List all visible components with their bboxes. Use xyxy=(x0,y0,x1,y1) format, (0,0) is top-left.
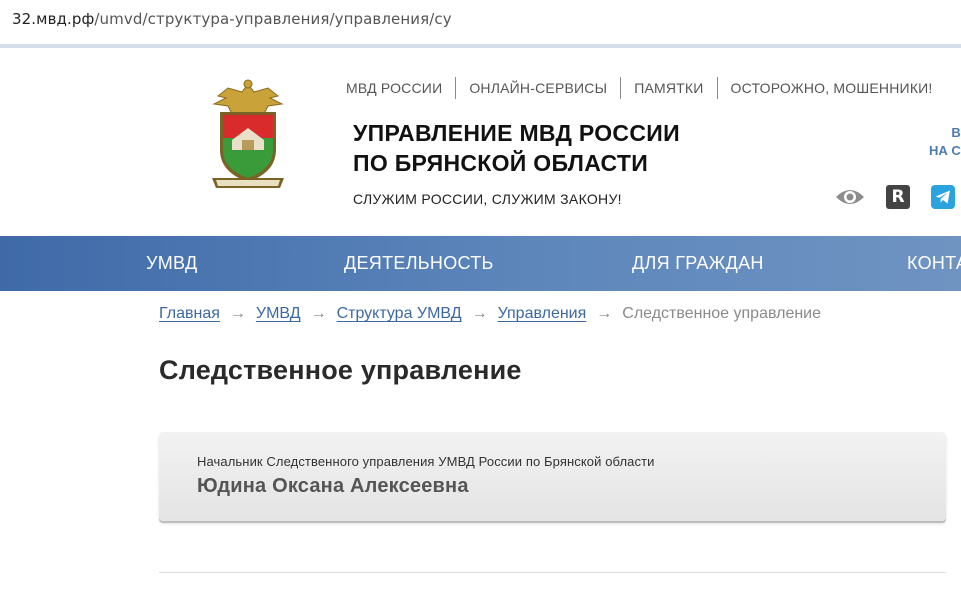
breadcrumb-arrow-icon: → xyxy=(471,305,488,322)
mvd-emblem-logo[interactable] xyxy=(208,78,288,192)
top-nav-memos[interactable]: ПАМЯТКИ xyxy=(620,77,716,99)
url-host: 32.мвд.рф xyxy=(12,10,95,28)
top-nav-mvd-russia[interactable]: МВД РОССИИ xyxy=(346,77,455,99)
breadcrumb-arrow-icon: → xyxy=(310,305,327,322)
breadcrumb-current: Следственное управление xyxy=(622,305,822,322)
breadcrumb-departments[interactable]: Управления xyxy=(498,305,587,323)
card-name: Юдина Оксана Алексеевна xyxy=(197,475,469,497)
main-nav: УМВД ДЕЯТЕЛЬНОСТЬ ДЛЯ ГРАЖДАН КОНТА xyxy=(0,236,961,291)
main-nav-contacts[interactable]: КОНТА xyxy=(907,253,961,274)
site-title-line2: ПО БРЯНСКОЙ ОБЛАСТИ xyxy=(353,150,649,176)
site-slogan: СЛУЖИМ РОССИИ, СЛУЖИМ ЗАКОНУ! xyxy=(353,191,622,207)
address-bar-divider xyxy=(0,44,961,48)
site-title-line1: УПРАВЛЕНИЕ МВД РОССИИ xyxy=(353,120,680,146)
main-nav-umvd[interactable]: УМВД xyxy=(146,253,197,274)
promo-line2: НА С xyxy=(929,143,961,158)
main-nav-activity[interactable]: ДЕЯТЕЛЬНОСТЬ xyxy=(344,253,494,274)
breadcrumb-arrow-icon: → xyxy=(229,305,246,322)
breadcrumb: Главная → УМВД → Структура УМВД → Управл… xyxy=(159,305,821,323)
site-title[interactable]: УПРАВЛЕНИЕ МВД РОССИИ ПО БРЯНСКОЙ ОБЛАСТ… xyxy=(353,118,680,178)
top-nav: МВД РОССИИ ОНЛАЙН-СЕРВИСЫ ПАМЯТКИ ОСТОРО… xyxy=(346,77,946,99)
top-nav-fraud-warning[interactable]: ОСТОРОЖНО, МОШЕННИКИ! xyxy=(716,77,946,99)
promo-banner-link[interactable]: В НА С xyxy=(929,124,961,160)
breadcrumb-arrow-icon: → xyxy=(596,305,613,322)
top-nav-online-services[interactable]: ОНЛАЙН-СЕРВИСЫ xyxy=(455,77,620,99)
eye-icon[interactable] xyxy=(834,186,866,208)
breadcrumb-structure[interactable]: Структура УМВД xyxy=(337,305,462,323)
telegram-icon[interactable] xyxy=(931,185,955,209)
divider xyxy=(159,572,946,573)
r-icon[interactable]: R xyxy=(886,185,910,209)
address-bar[interactable]: 32.мвд.рф/umvd/структура-управления/упра… xyxy=(0,0,961,44)
url-path: /umvd/структура-управления/управления/су xyxy=(94,10,452,28)
main-nav-for-citizens[interactable]: ДЛЯ ГРАЖДАН xyxy=(632,253,764,274)
breadcrumb-umvd[interactable]: УМВД xyxy=(256,305,301,323)
head-of-department-card[interactable]: Начальник Следственного управления УМВД … xyxy=(159,432,946,521)
card-role: Начальник Следственного управления УМВД … xyxy=(197,454,655,469)
promo-line1: В xyxy=(951,125,961,140)
page-title: Следственное управление xyxy=(159,355,522,385)
breadcrumb-home[interactable]: Главная xyxy=(159,305,220,323)
url-text[interactable]: 32.мвд.рф/umvd/структура-управления/упра… xyxy=(12,10,452,28)
